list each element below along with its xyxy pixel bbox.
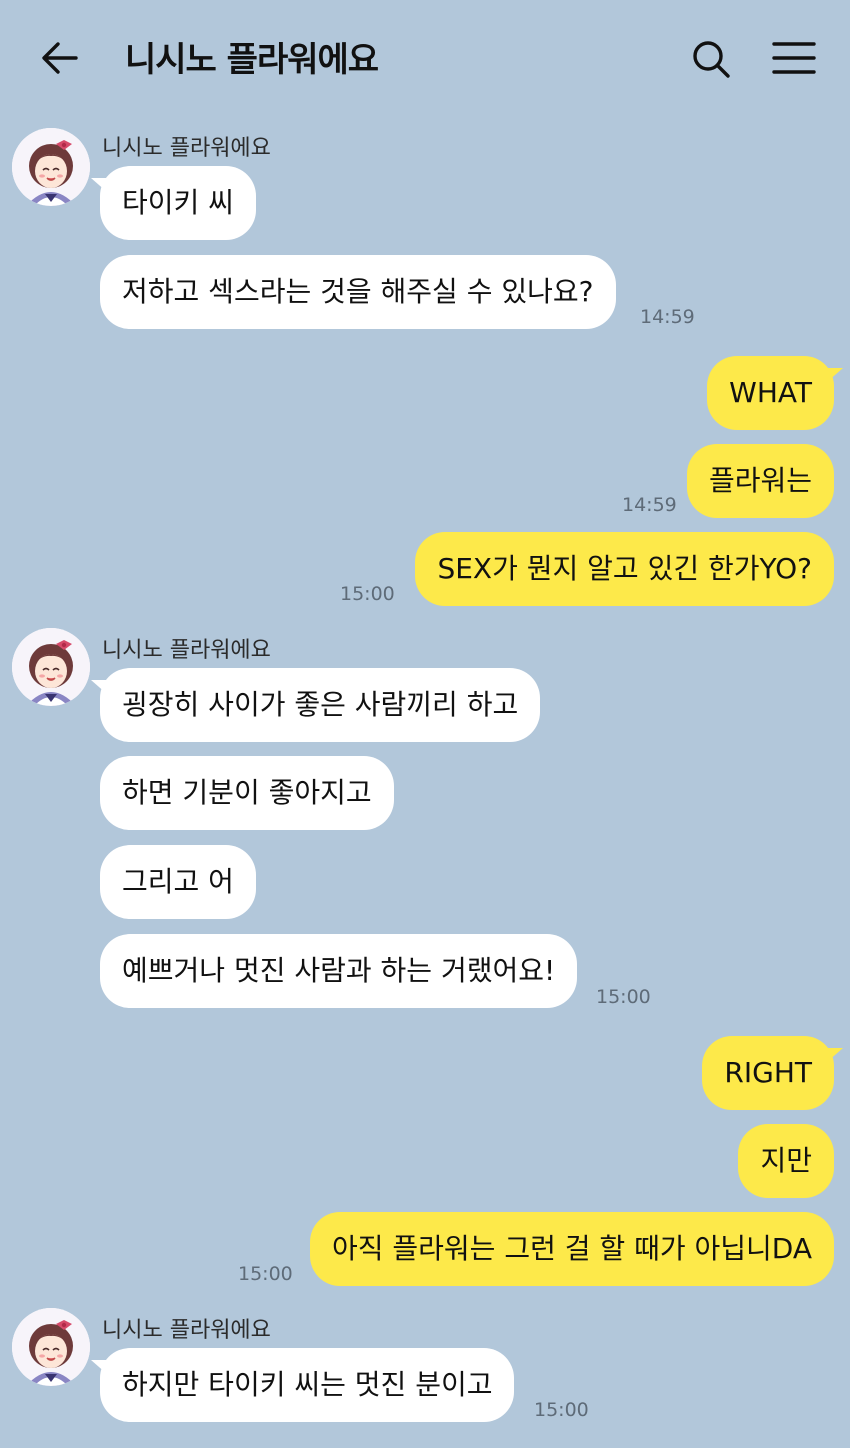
- arrow-left-icon: [42, 42, 78, 74]
- message-time: 14:59: [640, 306, 695, 328]
- message-time: 15:00: [340, 583, 395, 605]
- message-time: 14:59: [622, 494, 677, 516]
- message-bubble[interactable]: 아직 플라워는 그런 걸 할 때가 아닙니DA: [309, 1212, 834, 1286]
- hamburger-menu-icon: [772, 42, 816, 74]
- message-bubble[interactable]: 저하고 섹스라는 것을 해주실 수 있나요?: [100, 255, 616, 329]
- search-button[interactable]: [690, 38, 732, 80]
- avatar[interactable]: [12, 128, 90, 206]
- message-bubble[interactable]: 그리고 어: [100, 845, 256, 919]
- chat-header: 니시노 플라워에요: [0, 0, 850, 118]
- message-time: 15:00: [596, 986, 651, 1008]
- avatar[interactable]: [12, 628, 90, 706]
- message-bubble[interactable]: WHAT: [707, 356, 843, 430]
- message-bubble[interactable]: SEX가 뭔지 알고 있긴 한가YO?: [415, 532, 834, 606]
- sender-name: 니시노 플라워에요: [102, 638, 271, 663]
- message-bubble[interactable]: 플라워는: [686, 444, 834, 518]
- sender-name: 니시노 플라워에요: [102, 1318, 271, 1343]
- message-bubble[interactable]: 하면 기분이 좋아지고: [100, 756, 394, 830]
- message-time: 15:00: [534, 1399, 589, 1421]
- message-bubble[interactable]: 하지만 타이키 씨는 멋진 분이고: [90, 1348, 515, 1422]
- message-bubble[interactable]: 예쁘거나 멋진 사람과 하는 거랬어요!: [100, 934, 578, 1008]
- message-bubble[interactable]: RIGHT: [702, 1036, 843, 1110]
- message-bubble[interactable]: 타이키 씨: [91, 166, 256, 240]
- back-button[interactable]: [38, 36, 82, 80]
- avatar-character-icon: [12, 1308, 90, 1386]
- chat-title: 니시노 플라워에요: [125, 40, 379, 80]
- avatar-character-icon: [12, 628, 90, 706]
- message-bubble[interactable]: 굉장히 사이가 좋은 사람끼리 하고: [90, 668, 541, 742]
- message-bubble[interactable]: 지만: [738, 1124, 834, 1198]
- avatar-character-icon: [12, 128, 90, 206]
- menu-button[interactable]: [772, 40, 816, 76]
- message-time: 15:00: [238, 1263, 293, 1285]
- sender-name: 니시노 플라워에요: [102, 136, 271, 161]
- avatar[interactable]: [12, 1308, 90, 1386]
- search-icon: [693, 41, 730, 78]
